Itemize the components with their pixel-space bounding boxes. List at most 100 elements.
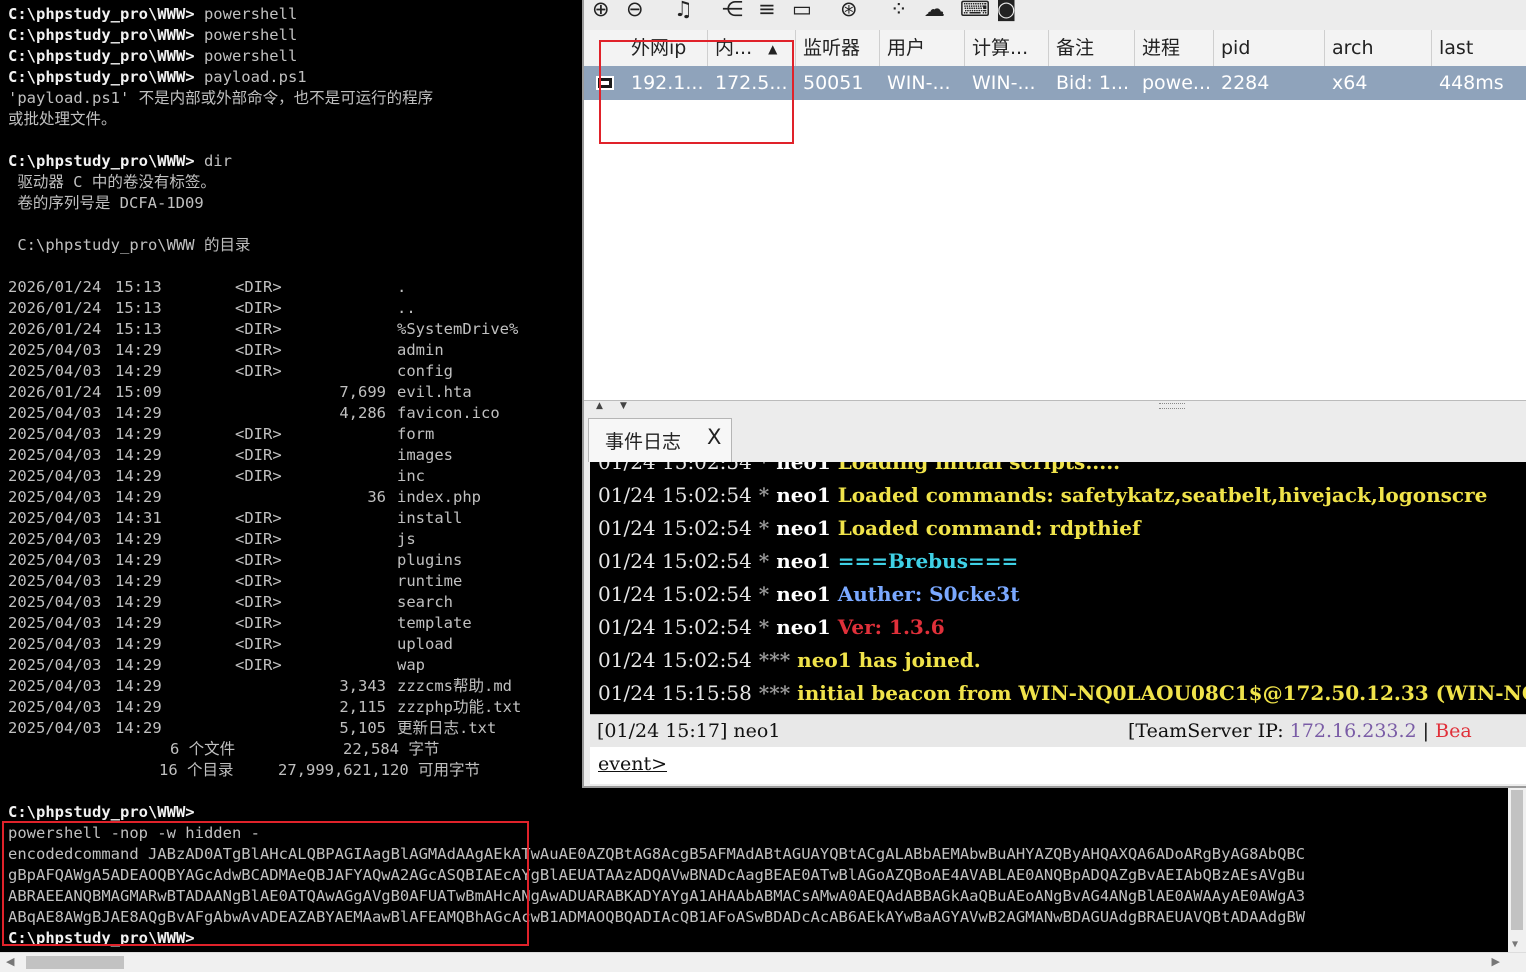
scroll-left-arrow-icon[interactable]: ◀ [6, 955, 14, 968]
column-header[interactable]: 内... ▲ [708, 30, 796, 66]
share-icon[interactable]: ⋲ [722, 0, 743, 20]
event-message: ===Brebus=== [837, 549, 1019, 573]
entry-name: template [397, 614, 472, 632]
entry-date: 2025/04/03 [8, 446, 102, 464]
files-bytes: 22,584 字节 [343, 740, 440, 758]
dir-entry: 2025/04/03 14:29 <DIR> runtime [8, 571, 568, 592]
entry-date: 2025/04/03 [8, 614, 102, 632]
entry-date: 2025/04/03 [8, 719, 102, 737]
encoded-command-line: encodedcommand JABzAD0ATgBlAHcALQBPAGIAa… [8, 845, 1306, 863]
column-header[interactable]: 进程 [1135, 30, 1214, 66]
tab-close-icon[interactable]: X [707, 425, 721, 449]
vertical-scroll-thumb[interactable] [1511, 790, 1523, 930]
event-command-input[interactable]: event> [590, 747, 1526, 784]
cloud-download-icon[interactable]: ☁ [924, 0, 945, 20]
entry-name: favicon.ico [397, 404, 500, 422]
splitter-up-arrow-icon[interactable]: ▲ [596, 401, 603, 411]
entry-date: 2025/04/03 [8, 551, 102, 569]
column-header[interactable]: last [1432, 30, 1526, 66]
final-prompt: C:\phpstudy_pro\WWW> [8, 929, 195, 947]
event-user: neo1 [776, 483, 831, 507]
camera-icon[interactable]: ◙ [996, 0, 1016, 20]
sort-ascending-icon[interactable]: ▲ [768, 42, 777, 56]
keyboard-icon[interactable]: ⌨ [960, 0, 990, 20]
event-log-output: 01/24 15:02:54 * neo1 Loading initial sc… [590, 462, 1526, 714]
entry-type: <DIR> [235, 614, 282, 632]
directory-of-line: C:\phpstudy_pro\WWW 的目录 [8, 236, 251, 254]
prompt-text: C:\phpstudy_pro\WWW> [8, 68, 195, 86]
event-timestamp: 01/24 15:02:54 [598, 483, 752, 507]
globe-icon[interactable]: ⊛ [840, 0, 858, 20]
event-marker: * [758, 516, 770, 540]
entry-date: 2026/01/24 [8, 278, 102, 296]
entry-date: 2025/04/03 [8, 467, 102, 485]
entry-size: 3,343 [339, 677, 386, 695]
entry-time: 14:29 [115, 635, 162, 653]
event-message: initial beacon from WIN-NQ0LAOU08C1$@172… [797, 681, 1526, 705]
event-timestamp: 01/24 15:15:58 [598, 681, 752, 705]
command-text: payload.ps1 [194, 68, 307, 86]
dir-entry: 2025/04/03 14:29 <DIR> search [8, 592, 568, 613]
event-marker: * [758, 615, 770, 639]
entry-name: config [397, 362, 453, 380]
dir-entry: 2025/04/03 14:29 <DIR> plugins [8, 550, 568, 571]
beacon-cell: WIN-... [887, 72, 951, 94]
pane-splitter[interactable]: ▲ ▼ [584, 400, 1526, 415]
horizontal-scroll-thumb[interactable] [26, 956, 124, 969]
entry-time: 14:29 [115, 362, 162, 380]
column-header[interactable]: 监听器 [796, 30, 880, 66]
minus-circle-icon[interactable]: ⊖ [626, 0, 644, 20]
entry-name: runtime [397, 572, 463, 590]
scroll-down-arrow-icon[interactable]: ▼ [1512, 939, 1518, 950]
column-header-label: 备注 [1056, 37, 1095, 59]
event-timestamp: 01/24 15:02:54 [598, 549, 752, 573]
column-header[interactable]: 外网ip [624, 30, 708, 66]
entry-type: <DIR> [235, 509, 282, 527]
event-message: Loaded command: rdpthief [837, 516, 1141, 540]
entry-time: 14:29 [115, 593, 162, 611]
beacon-session-icon [596, 76, 614, 90]
event-message: Loaded commands: safetykatz,seatbelt,hiv… [837, 483, 1488, 507]
monitor-icon[interactable]: ▭ [792, 0, 812, 20]
splitter-grip-icon[interactable] [1159, 403, 1185, 409]
entry-type: <DIR> [235, 446, 282, 464]
entry-type: <DIR> [235, 572, 282, 590]
event-log-entry: 01/24 15:02:54 * neo1 ===Brebus=== [598, 545, 1018, 578]
horizontal-scrollbar[interactable]: ◀ ▶ [0, 952, 1526, 972]
entry-type: <DIR> [235, 341, 282, 359]
event-log-entry: 01/24 15:02:54 * neo1 Loaded commands: s… [598, 479, 1487, 512]
column-header[interactable]: arch [1325, 30, 1432, 66]
column-header-label: pid [1221, 37, 1251, 59]
vertical-scrollbar[interactable]: ▼ [1508, 786, 1526, 952]
dir-entry: 2025/04/03 14:29 <DIR> admin [8, 340, 568, 361]
event-user: neo1 [776, 462, 831, 474]
column-header[interactable]: 备注 [1049, 30, 1135, 66]
event-marker: *** [758, 648, 791, 672]
entry-size: 7,699 [339, 383, 386, 401]
column-header[interactable]: 计算... [965, 30, 1049, 66]
splitter-down-arrow-icon[interactable]: ▼ [620, 401, 627, 411]
entry-name: admin [397, 341, 444, 359]
event-message: Ver: 1.3.6 [837, 615, 945, 639]
tab-event-log-label: 事件日志 [605, 431, 682, 453]
beacon-cell: 2284 [1221, 72, 1270, 94]
beacon-row[interactable]: 192.1... 172.5... 50051 WIN-... WIN-... Bid: … [584, 66, 1526, 100]
dots-icon[interactable]: ⁘ [890, 0, 908, 20]
column-header[interactable]: 用户 [880, 30, 965, 66]
tab-event-log[interactable]: 事件日志 X [588, 418, 732, 462]
entry-type: <DIR> [235, 320, 282, 338]
column-header-label: 监听器 [803, 37, 861, 59]
command-text: powershell [194, 26, 298, 44]
entry-date: 2026/01/24 [8, 299, 102, 317]
entry-time: 14:31 [115, 509, 162, 527]
column-header[interactable]: pid [1214, 30, 1325, 66]
scroll-right-arrow-icon[interactable]: ▶ [1492, 955, 1500, 968]
plus-circle-icon[interactable]: ⊕ [592, 0, 610, 20]
list-icon[interactable]: ≡ [758, 0, 776, 20]
headphones-icon[interactable]: ♫ [674, 0, 693, 20]
dir-entry: 2025/04/03 14:29 36 index.php [8, 487, 568, 508]
event-user: neo1 [776, 549, 831, 573]
status-time-user: [01/24 15:17] neo1 [597, 720, 781, 742]
command-line: C:\phpstudy_pro\WWW> dir [8, 151, 568, 172]
